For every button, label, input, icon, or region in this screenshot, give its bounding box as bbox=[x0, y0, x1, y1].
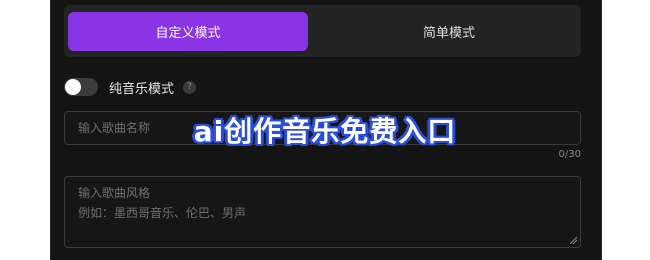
simple-mode-button[interactable]: 简单模式 bbox=[322, 12, 576, 51]
question-circle-icon[interactable]: ? bbox=[183, 80, 197, 94]
music-create-panel: 自定义模式 简单模式 纯音乐模式 ? 0/30 bbox=[50, 0, 602, 260]
pure-music-toggle[interactable] bbox=[64, 78, 98, 96]
pure-music-row: 纯音乐模式 ? bbox=[64, 76, 197, 98]
song-name-counter: 0/30 bbox=[558, 149, 581, 160]
song-name-field bbox=[64, 111, 581, 145]
toggle-knob bbox=[65, 79, 81, 95]
song-style-field bbox=[64, 176, 581, 248]
song-name-input[interactable] bbox=[65, 112, 580, 144]
pure-music-label: 纯音乐模式 bbox=[109, 81, 175, 97]
custom-mode-button[interactable]: 自定义模式 bbox=[68, 12, 308, 51]
resize-grip-icon[interactable] bbox=[569, 236, 577, 244]
mode-switch: 自定义模式 简单模式 bbox=[64, 5, 581, 57]
song-style-textarea[interactable] bbox=[65, 177, 580, 247]
